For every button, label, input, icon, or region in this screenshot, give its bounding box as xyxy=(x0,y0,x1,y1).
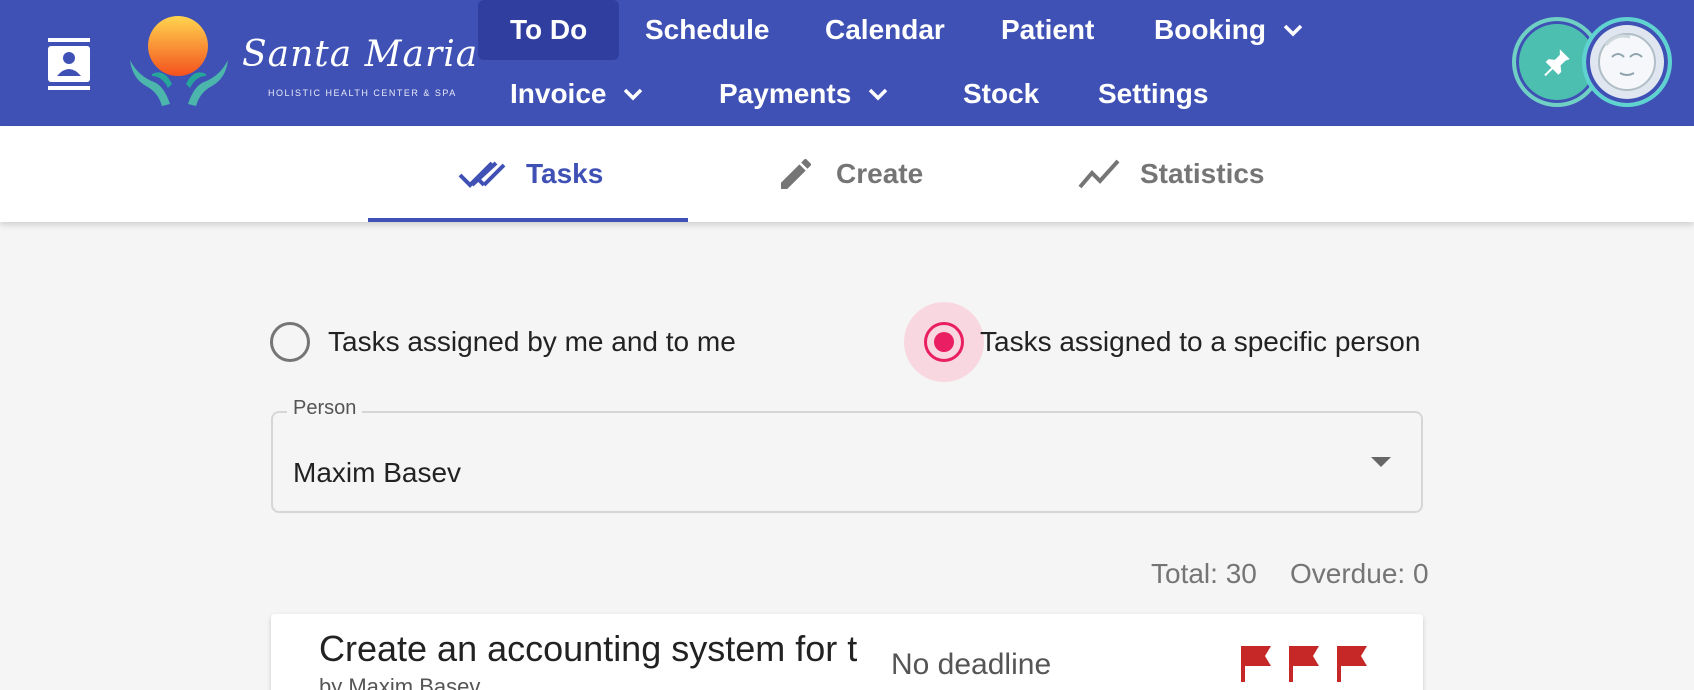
brand-tagline: HOLISTIC HEALTH CENTER & SPA xyxy=(268,88,457,98)
nav-invoice[interactable]: Invoice xyxy=(510,64,646,124)
task-author: by Maxim Basev xyxy=(319,674,481,690)
tab-tasks-label: Tasks xyxy=(526,158,604,189)
tab-create-label: Create xyxy=(836,158,924,189)
radio-checked-icon xyxy=(924,322,964,362)
radio-unchecked-icon xyxy=(270,322,310,362)
active-tab-indicator xyxy=(368,218,688,222)
top-nav-bar: Santa Maria HOLISTIC HEALTH CENTER & SPA… xyxy=(0,0,1694,126)
nav-settings-label: Settings xyxy=(1098,78,1209,109)
nav-calendar[interactable]: Calendar xyxy=(825,0,945,60)
pin-icon xyxy=(1544,49,1570,77)
radio-tasks-mine-label: Tasks assigned by me and to me xyxy=(328,326,736,357)
nav-schedule-label: Schedule xyxy=(645,14,770,45)
trending-line-icon xyxy=(1078,159,1120,189)
total-count: Total: 30 xyxy=(1151,558,1257,589)
tab-statistics-label: Statistics xyxy=(1140,158,1265,189)
person-select[interactable]: Person Maxim Basev xyxy=(271,397,1423,513)
nav-todo-label: To Do xyxy=(510,14,588,45)
chevron-down-icon xyxy=(869,88,888,101)
priority-flag-icon xyxy=(1289,646,1319,682)
priority-flag-icon xyxy=(1337,646,1367,682)
person-select-value: Maxim Basev xyxy=(293,457,462,488)
chevron-down-icon xyxy=(1283,24,1303,37)
nav-settings[interactable]: Settings xyxy=(1098,64,1208,124)
tab-tasks[interactable]: Tasks xyxy=(458,126,603,222)
task-deadline: No deadline xyxy=(891,648,1052,681)
logo-mark-icon xyxy=(130,16,228,106)
pencil-icon xyxy=(781,158,811,189)
nav-booking-label: Booking xyxy=(1154,14,1266,45)
radio-tasks-person-label: Tasks assigned to a specific person xyxy=(980,326,1421,357)
radio-tasks-person[interactable] xyxy=(904,302,984,382)
priority-flag-icon xyxy=(1241,646,1271,682)
nav-patient-label: Patient xyxy=(1001,14,1095,45)
nav-booking[interactable]: Booking xyxy=(1154,0,1306,60)
radio-tasks-mine[interactable]: Tasks assigned by me and to me xyxy=(270,322,736,362)
nav-payments[interactable]: Payments xyxy=(719,64,891,124)
tab-statistics[interactable]: Statistics xyxy=(1078,126,1265,222)
person-select-label: Person xyxy=(287,397,363,420)
dropdown-arrow-icon xyxy=(1371,457,1391,467)
task-card[interactable]: Create an accounting system for th by Ma… xyxy=(271,614,1423,690)
nav-stock[interactable]: Stock xyxy=(963,64,1039,124)
nav-invoice-label: Invoice xyxy=(510,78,607,109)
contacts-icon[interactable] xyxy=(46,38,92,90)
brand-name: Santa Maria xyxy=(242,34,479,75)
brand-logo[interactable]: Santa Maria HOLISTIC HEALTH CENTER & SPA xyxy=(124,14,477,110)
done-all-icon xyxy=(458,161,506,188)
nav-todo[interactable]: To Do xyxy=(478,0,620,60)
nav-calendar-label: Calendar xyxy=(825,14,945,45)
user-avatar[interactable] xyxy=(1582,17,1672,107)
tab-create[interactable]: Create xyxy=(776,126,923,222)
section-tabs: Tasks Create Statistics xyxy=(0,126,1694,222)
radio-tasks-person-text[interactable]: Tasks assigned to a specific person xyxy=(980,322,1420,362)
nav-payments-label: Payments xyxy=(719,78,852,109)
user-avatar-icon xyxy=(1598,33,1656,91)
nav-stock-label: Stock xyxy=(963,78,1040,109)
nav-schedule[interactable]: Schedule xyxy=(645,0,769,60)
overdue-count: Overdue: 0 xyxy=(1290,558,1429,589)
task-title: Create an accounting system for th xyxy=(319,628,859,669)
chevron-down-icon xyxy=(624,88,643,101)
nav-patient[interactable]: Patient xyxy=(1001,0,1094,60)
